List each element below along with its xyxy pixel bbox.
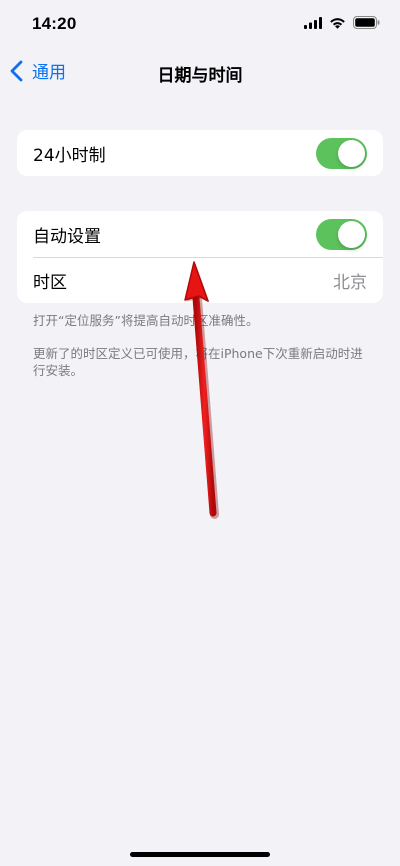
settings-group-auto: 自动设置 时区 北京 — [17, 211, 383, 303]
toggle-knob — [338, 139, 365, 167]
update-note: 更新了的时区定义已可使用，将在iPhone下次重新启动时进行安装。 — [33, 346, 363, 378]
row-timezone-label: 时区 — [33, 272, 67, 293]
status-icons — [304, 16, 380, 29]
row-auto-set: 自动设置 — [17, 211, 383, 257]
row-24-hour: 24小时制 — [17, 130, 383, 176]
row-24-hour-label: 24小时制 — [33, 145, 106, 166]
home-indicator[interactable] — [130, 852, 270, 857]
battery-icon — [353, 16, 380, 29]
page-title: 日期与时间 — [157, 66, 243, 86]
wifi-icon — [330, 17, 345, 29]
toggle-auto-set[interactable] — [316, 218, 367, 250]
status-time: 14:20 — [32, 14, 77, 33]
status-bar: 14:20 — [0, 0, 400, 50]
row-timezone[interactable]: 时区 北京 — [17, 257, 383, 303]
row-auto-set-label: 自动设置 — [33, 226, 101, 247]
cellular-signal-icon — [304, 16, 322, 29]
toggle-24-hour[interactable] — [316, 137, 367, 169]
row-timezone-value: 北京 — [333, 272, 367, 293]
location-note: 打开“定位服务”将提高自动时区准确性。 — [33, 313, 259, 328]
settings-group-24h: 24小时制 — [17, 130, 383, 176]
toggle-knob — [338, 220, 365, 248]
nav-bar: 通用 日期与时间 — [0, 50, 400, 94]
